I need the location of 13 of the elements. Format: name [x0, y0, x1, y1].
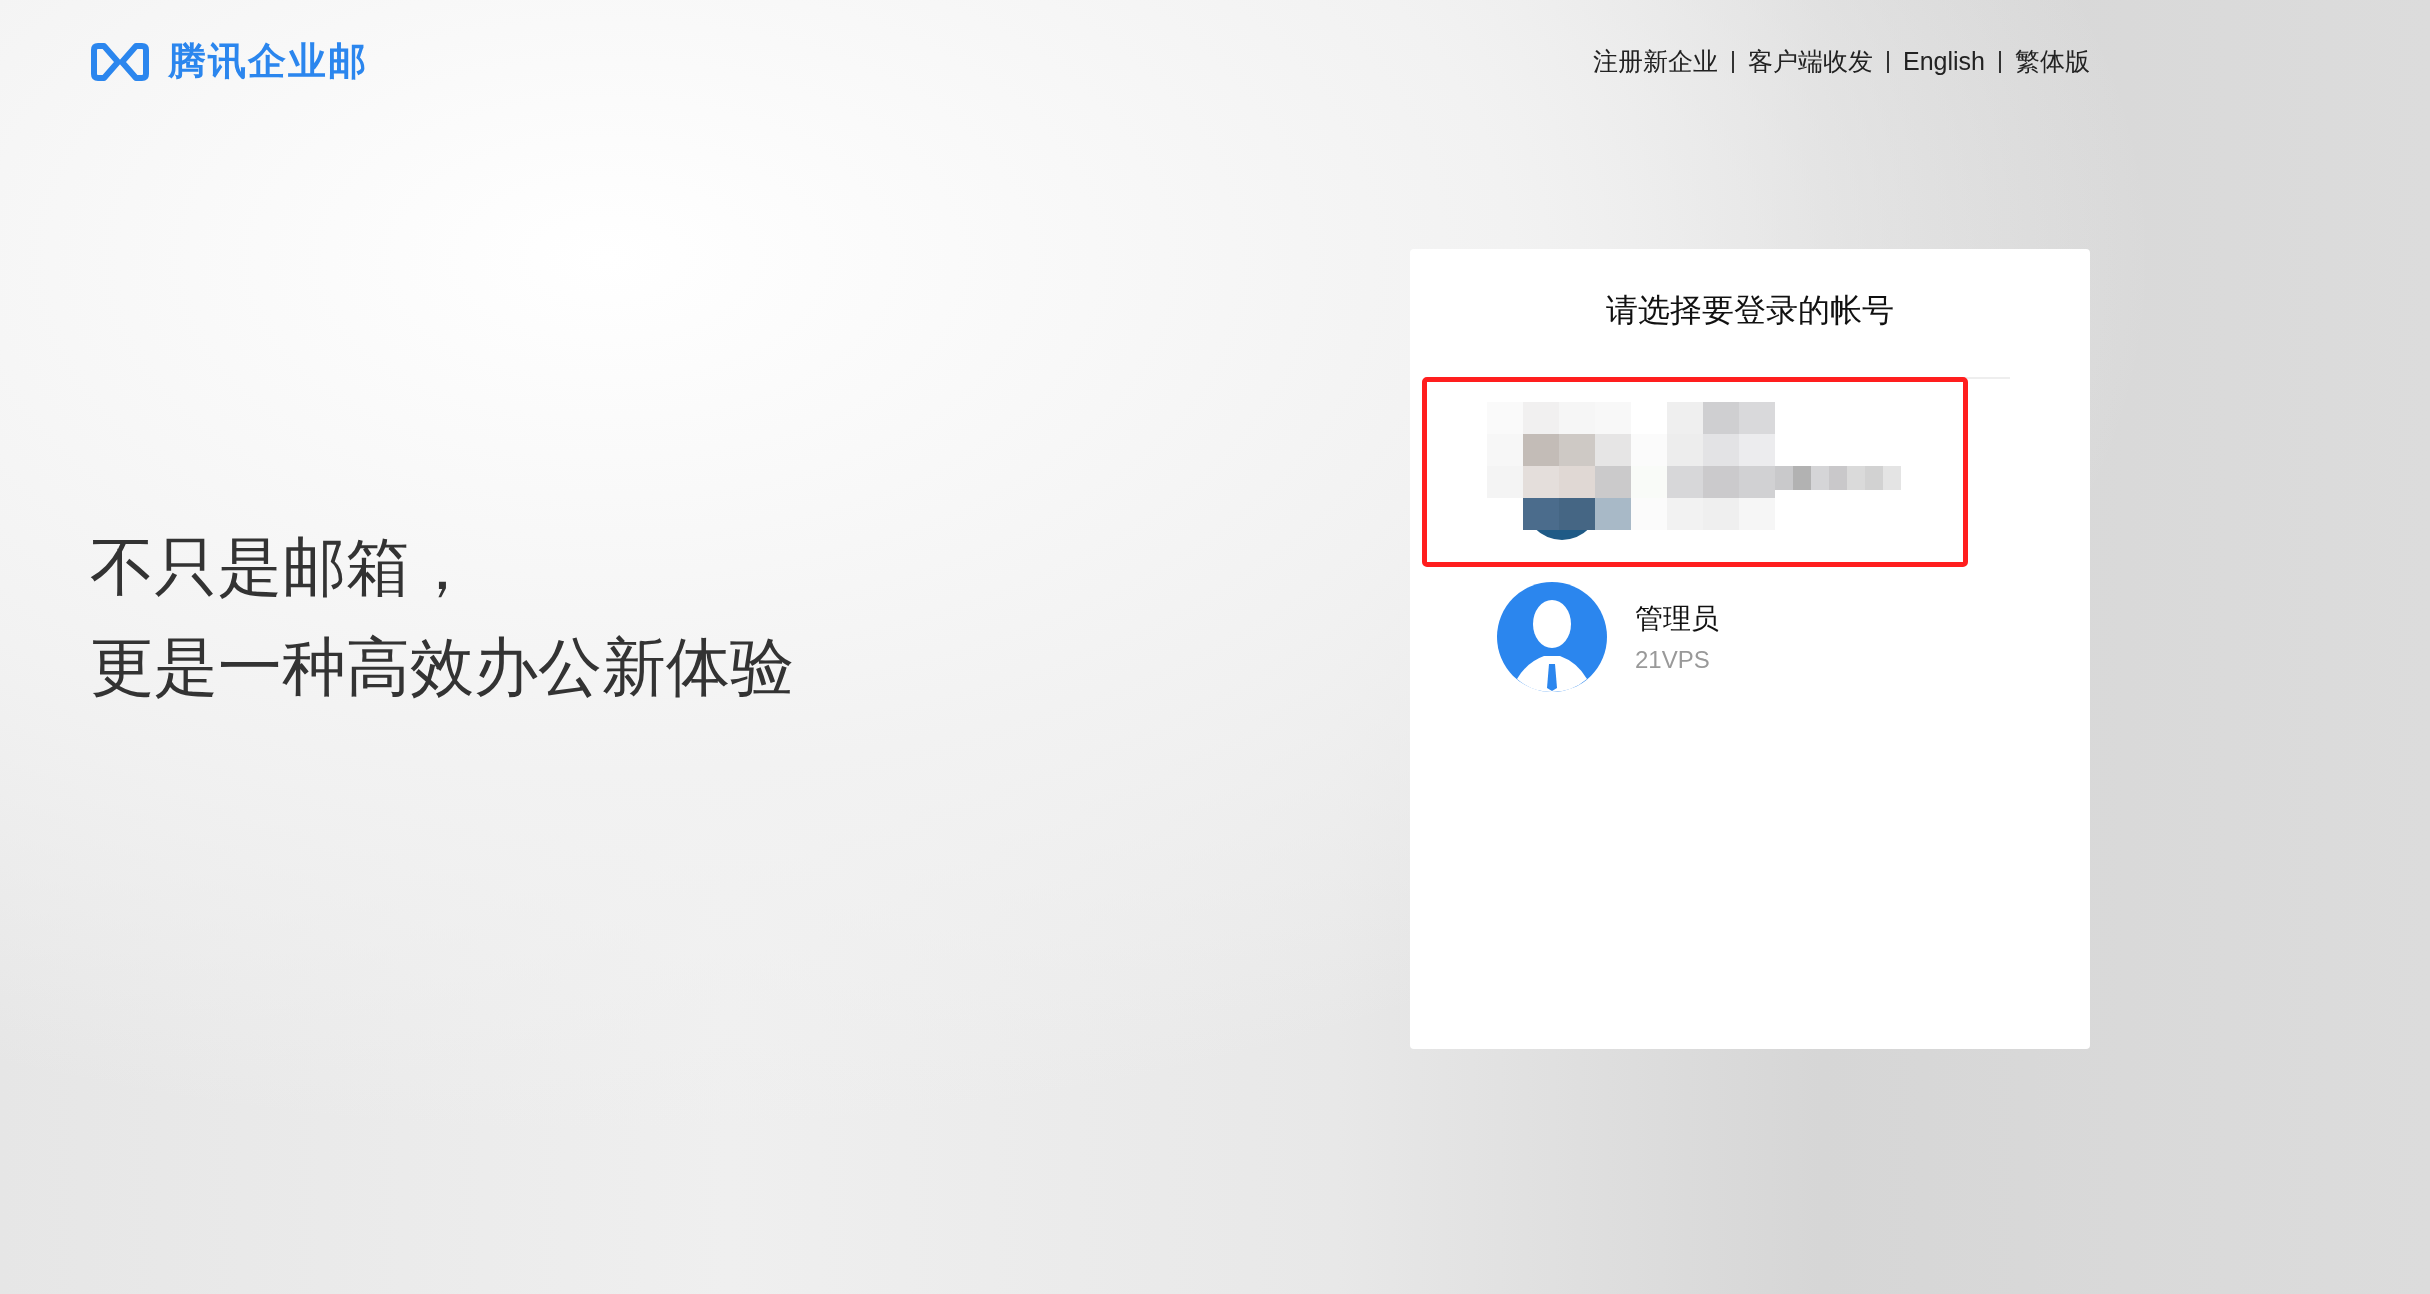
nav-link[interactable]: 客户端收发 [1748, 45, 1873, 78]
user-avatar-icon [1497, 582, 1607, 692]
nav-link[interactable]: 繁体版 [2015, 45, 2090, 78]
account-domain: 21VPS [1635, 646, 1711, 674]
account-name: 管理员 [1635, 602, 1719, 636]
nav-link[interactable]: 注册新企业 [1593, 45, 1718, 78]
tagline-text: 不只是邮箱， [90, 530, 475, 605]
logo-icon [90, 41, 150, 82]
nav-link[interactable]: English [1903, 47, 1985, 76]
account-item[interactable] [1422, 377, 1968, 567]
tagline-text: 更是一种高效办公新体验 [90, 630, 794, 705]
account-item[interactable]: 管理员 21VPS [1422, 567, 1968, 707]
card-title: 请选择要登录的帐号 [1605, 291, 1895, 330]
